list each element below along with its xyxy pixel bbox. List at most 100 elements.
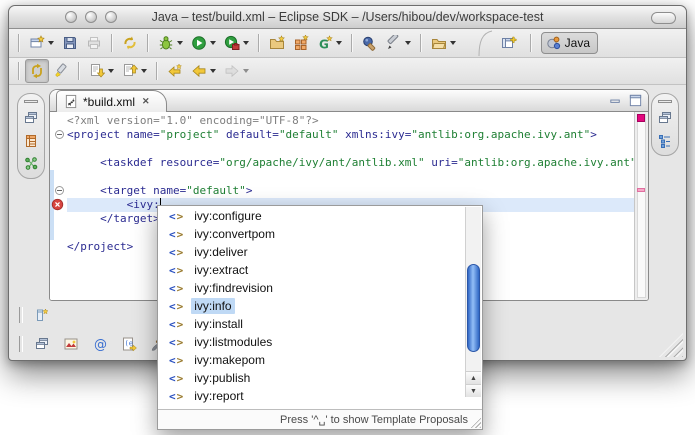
build-all-icon	[122, 35, 138, 51]
completion-item[interactable]: <>ivy:report	[159, 387, 465, 405]
next-annotation-button[interactable]	[85, 59, 118, 83]
completion-item-label: ivy:deliver	[191, 244, 250, 260]
minimize-editor-button[interactable]	[608, 93, 623, 108]
new-class-button[interactable]: G	[313, 31, 346, 55]
error-log-button[interactable]	[61, 336, 81, 353]
svg-text:@: @	[94, 338, 107, 353]
dropdown-arrow-icon[interactable]	[177, 41, 183, 45]
link-with-editor-button[interactable]	[25, 59, 49, 83]
new-wizard-button[interactable]	[25, 31, 58, 55]
restore-views-button[interactable]	[21, 109, 41, 126]
tab-close-icon[interactable]: ✕	[142, 96, 150, 107]
template-proposals-hint: Press '^␣' to show Template Proposals	[280, 413, 468, 426]
save-button[interactable]	[58, 31, 82, 55]
editor-tab-buildxml[interactable]: *build.xml ✕	[56, 90, 167, 112]
declaration-button[interactable]: (e	[119, 336, 139, 353]
completion-item-label: ivy:publish	[191, 370, 253, 386]
completion-item[interactable]: <>ivy:deliver	[159, 243, 465, 261]
trim-restore-handle[interactable]	[658, 100, 672, 103]
editor-gutter	[50, 156, 67, 170]
scrollbar-thumb[interactable]	[467, 264, 480, 352]
dropdown-arrow-icon[interactable]	[450, 41, 456, 45]
completion-item[interactable]: <>ivy:install	[159, 315, 465, 333]
mark-occurrences-button[interactable]	[49, 59, 73, 83]
scroll-up-button[interactable]: ▲	[466, 371, 481, 384]
dropdown-arrow-icon[interactable]	[243, 41, 249, 45]
trim-drag-handle[interactable]	[19, 336, 23, 352]
code-line[interactable]: <?xml version="1.0" encoding="UTF-8"?>	[50, 114, 634, 128]
dropdown-arrow-icon[interactable]	[48, 41, 54, 45]
xml-element-icon: <>	[169, 354, 184, 367]
completion-item[interactable]: <>ivy:findrevision	[159, 279, 465, 297]
scroll-down-button[interactable]: ▼	[466, 384, 481, 397]
completion-item[interactable]: <>ivy:makepom	[159, 351, 465, 369]
back-button[interactable]	[187, 59, 220, 83]
code-line[interactable]: <taskdef resource="org/apache/ivy/ant/an…	[50, 156, 634, 170]
marker-button[interactable]	[382, 31, 415, 55]
run-external-tools-button[interactable]	[220, 31, 253, 55]
open-resource-icon	[431, 35, 447, 51]
previous-annotation-button[interactable]	[118, 59, 151, 83]
dropdown-arrow-icon[interactable]	[210, 69, 216, 73]
popup-scrollbar[interactable]: ▲ ▼	[465, 207, 481, 397]
open-perspective-button[interactable]	[497, 31, 521, 55]
bottom-trim-row1	[19, 303, 52, 327]
completion-item[interactable]: <>ivy:publish	[159, 369, 465, 387]
code-line[interactable]: <target name="default">	[50, 184, 634, 198]
dropdown-arrow-icon[interactable]	[243, 69, 249, 73]
dropdown-arrow-icon[interactable]	[108, 69, 114, 73]
completion-item[interactable]: <>ivy:configure	[159, 207, 465, 225]
toolbar-toggle-button[interactable]	[651, 12, 676, 24]
dropdown-arrow-icon[interactable]	[336, 41, 342, 45]
dropdown-arrow-icon[interactable]	[210, 41, 216, 45]
new-package-button[interactable]	[289, 31, 313, 55]
new-java-project-button[interactable]	[265, 31, 289, 55]
window-resize-grip[interactable]	[659, 333, 683, 357]
overview-annotation-mark[interactable]	[637, 114, 645, 122]
maximize-editor-button[interactable]	[628, 93, 643, 108]
print-button[interactable]	[82, 31, 106, 55]
run-button[interactable]	[187, 31, 220, 55]
completion-item[interactable]: <>ivy:info	[159, 297, 465, 315]
completion-item[interactable]: <>ivy:listmodules	[159, 333, 465, 351]
forward-button[interactable]	[220, 59, 253, 83]
last-edit-location-button[interactable]	[163, 59, 187, 83]
javadoc-button[interactable]: @	[90, 336, 110, 353]
java-perspective-button[interactable]: Java	[541, 32, 598, 54]
editor-gutter	[50, 142, 67, 156]
synchronize-button[interactable]	[21, 155, 41, 172]
fold-collapse-icon[interactable]	[55, 130, 64, 139]
trim-restore-handle[interactable]	[24, 100, 38, 103]
code-line-text: <target name="default">	[67, 184, 634, 198]
completion-item[interactable]: <>ivy:convertpom	[159, 225, 465, 243]
overview-annotation-mark[interactable]	[637, 188, 645, 192]
dropdown-arrow-icon[interactable]	[405, 41, 411, 45]
trim-drag-handle[interactable]	[19, 307, 23, 323]
editor-gutter	[50, 226, 67, 240]
completion-item-label: ivy:configure	[191, 208, 264, 224]
fold-collapse-icon[interactable]	[55, 186, 64, 195]
code-line[interactable]	[50, 142, 634, 156]
type-hierarchy-icon	[23, 133, 39, 149]
editor-gutter	[50, 128, 67, 142]
build-all-button[interactable]	[118, 31, 142, 55]
search-button[interactable]	[358, 31, 382, 55]
open-resource-button[interactable]	[427, 31, 460, 55]
toolbar-separator	[420, 34, 422, 52]
outline-button[interactable]	[655, 132, 675, 149]
debug-button[interactable]	[154, 31, 187, 55]
next-annotation-icon	[89, 63, 105, 79]
completion-item[interactable]: <>ivy:extract	[159, 261, 465, 279]
type-hierarchy-button[interactable]	[21, 132, 41, 149]
code-line[interactable]	[50, 170, 634, 184]
search-icon	[362, 35, 378, 51]
overview-ruler[interactable]	[634, 112, 648, 300]
code-line-text: <taskdef resource="org/apache/ivy/ant/an…	[67, 156, 649, 170]
dropdown-arrow-icon[interactable]	[141, 69, 147, 73]
code-line[interactable]: <project name="project" default="default…	[50, 128, 634, 142]
restore-views-button[interactable]	[32, 336, 52, 353]
new-wizard-icon	[29, 35, 45, 51]
restore-views-button[interactable]	[655, 109, 675, 126]
fast-view-button[interactable]	[32, 307, 52, 324]
xml-element-icon: <>	[169, 390, 184, 403]
